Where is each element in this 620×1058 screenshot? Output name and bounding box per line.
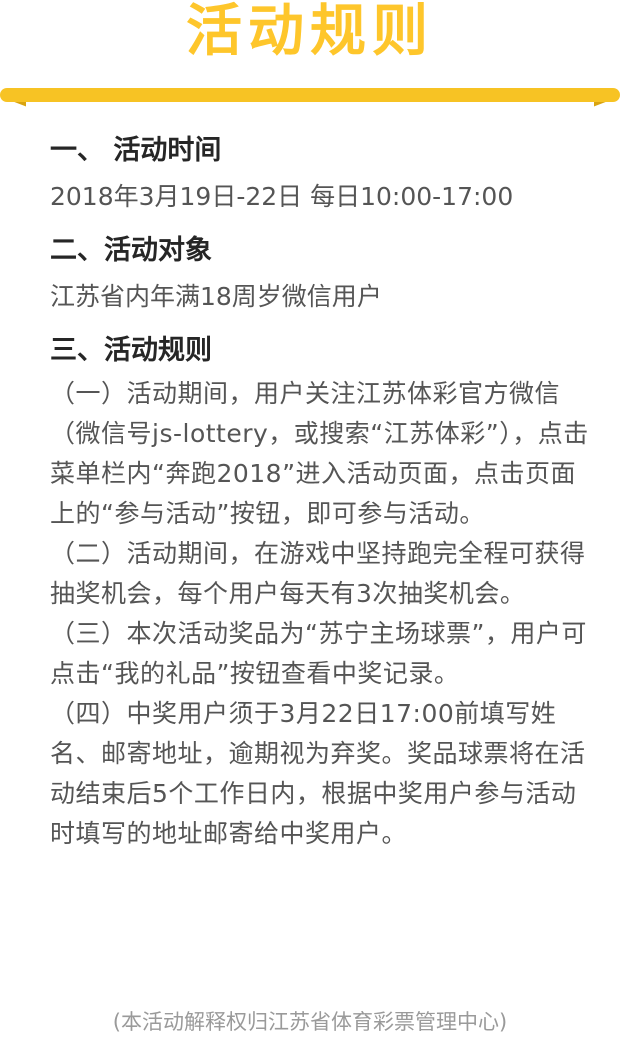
rule-item-2: （二）活动期间，在游戏中坚持跑完全程可获得抽奖机会，每个用户每天有3次抽奖机会。 xyxy=(50,539,586,608)
rules-content: 一、 活动时间 2018年3月19日-22日 每日10:00-17:00 二、活… xyxy=(50,128,590,854)
title-ribbon xyxy=(0,88,620,112)
rule-item-1: （一）活动期间，用户关注江苏体彩官方微信（微信号js-lottery，或搜索“江… xyxy=(50,379,589,528)
page-title: 活动规则 xyxy=(186,0,434,64)
section-heading-audience: 二、活动对象 xyxy=(50,235,212,266)
section-heading-time: 一、 活动时间 xyxy=(50,135,222,166)
section-text-audience: 江苏省内年满18周岁微信用户 xyxy=(50,282,382,311)
rule-item-4: （四）中奖用户须于3月22日17:00前填写姓名、邮寄地址，逾期视为弃奖。奖品球… xyxy=(50,699,586,848)
rule-item-3: （三）本次活动奖品为“苏宁主场球票”，用户可点击“我的礼品”按钮查看中奖记录。 xyxy=(50,619,587,688)
footer-note: (本活动解释权归江苏省体育彩票管理中心) xyxy=(112,1010,508,1034)
rules-page: 活动规则 一、 活动时间 2018年3月19日-22日 每日10:00-17:0… xyxy=(0,0,620,1058)
section-text-time: 2018年3月19日-22日 每日10:00-17:00 xyxy=(50,182,514,211)
section-heading-rules: 三、活动规则 xyxy=(50,335,212,366)
ribbon-bar xyxy=(0,88,620,102)
